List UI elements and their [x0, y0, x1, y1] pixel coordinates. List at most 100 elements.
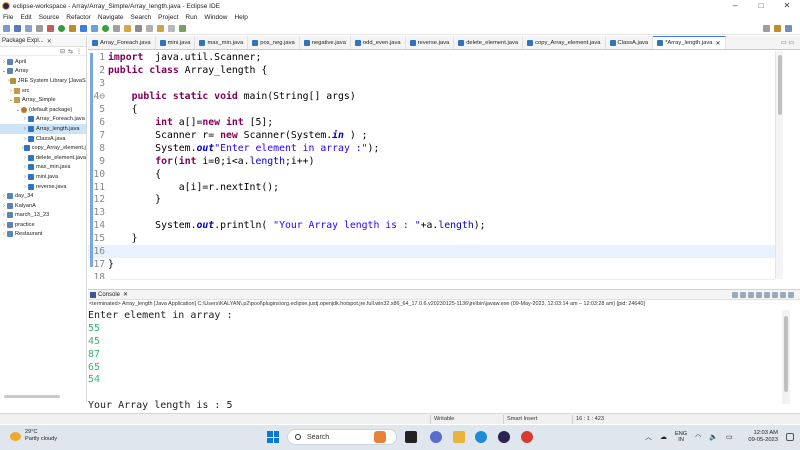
cloud-icon[interactable]: ☁ [660, 433, 667, 441]
editor-tab[interactable]: *Array_length.java ✕ [653, 36, 726, 49]
close-button[interactable]: ✕ [774, 0, 800, 12]
minimize-button[interactable]: – [722, 0, 748, 12]
tree-item[interactable]: › delete_element.java [0, 153, 86, 163]
toggle-mark-icon[interactable] [135, 25, 142, 32]
notification-icon[interactable] [786, 433, 794, 441]
code-line[interactable]: 11 a[i]=r.nextInt(); [88, 181, 780, 194]
editor-tab[interactable]: mini.java [156, 36, 196, 49]
chat-icon[interactable] [430, 431, 442, 443]
code-line[interactable]: 14 System.out.println( "Your Array lengt… [88, 219, 780, 232]
editor-tab[interactable]: Array_Foreach.java [88, 36, 156, 49]
print-icon[interactable] [36, 25, 43, 32]
code-line[interactable]: 1 import java.util.Scanner; [88, 51, 780, 64]
pin-editor-icon[interactable] [179, 25, 186, 32]
code-line[interactable]: 3 [88, 77, 780, 90]
edge-icon[interactable] [475, 431, 487, 443]
external-tools-icon[interactable] [69, 25, 76, 32]
editor-tab[interactable]: pos_neg.java [248, 36, 300, 49]
weather-widget[interactable]: 29°C Partly cloudy [10, 429, 57, 443]
collapse-all-icon[interactable]: ⊟ [60, 48, 65, 55]
chrome-icon[interactable] [521, 431, 533, 443]
maximize-button[interactable]: □ [748, 0, 774, 12]
tree-item[interactable]: ⌄ Array [0, 67, 86, 77]
tree-item[interactable]: ⌄ (default package) [0, 105, 86, 115]
wifi-icon[interactable]: ◠ [695, 433, 701, 441]
code-line[interactable]: 15 } [88, 232, 780, 245]
save-icon[interactable] [14, 25, 21, 32]
tree-item[interactable]: › April [0, 57, 86, 67]
console-vertical-scrollbar[interactable] [782, 310, 790, 404]
menu-project[interactable]: Project [158, 14, 178, 21]
tree-item[interactable]: › max_min.java [0, 163, 86, 173]
editor-horizontal-scrollbar[interactable] [110, 279, 775, 286]
code-line[interactable]: 10 { [88, 168, 780, 181]
tree-item[interactable]: ⌄ Array_Simple [0, 95, 86, 105]
new-java-project-icon[interactable] [80, 25, 87, 32]
menu-window[interactable]: Window [204, 14, 227, 21]
code-line[interactable]: 12 } [88, 193, 780, 206]
code-line[interactable]: 13 [88, 206, 780, 219]
run-icon[interactable] [58, 25, 65, 32]
task-view-icon[interactable] [405, 431, 417, 443]
tree-item[interactable]: › reverse.java [0, 182, 86, 192]
tree-item[interactable]: ›copy_Array_element.java [0, 143, 86, 153]
editor-tab[interactable]: negative.java [300, 36, 351, 49]
forward-icon[interactable] [168, 25, 175, 32]
explorer-horizontal-scrollbar[interactable] [4, 395, 60, 398]
terminate-icon[interactable] [732, 291, 738, 298]
open-type-icon[interactable] [113, 25, 120, 32]
volume-icon[interactable]: 🔈 [709, 433, 718, 441]
editor-tab[interactable]: delete_element.java [454, 36, 524, 49]
editor-tab[interactable]: max_min.java [195, 36, 249, 49]
remove-launch-icon[interactable] [740, 291, 746, 298]
tree-item[interactable]: › mini.java [0, 172, 86, 182]
battery-icon[interactable]: ▭ [726, 433, 733, 441]
code-line[interactable]: 7 Scanner r= new Scanner(System.in ) ; [88, 129, 780, 142]
maximize-editor-icon[interactable]: ▭ ▭ [781, 39, 794, 46]
editor-vertical-scrollbar[interactable] [775, 51, 783, 279]
next-annotation-icon[interactable] [146, 25, 153, 32]
editor-tab[interactable]: copy_Array_element.java [523, 36, 606, 49]
code-line[interactable]: 18 [88, 271, 780, 279]
file-explorer-icon[interactable] [453, 431, 465, 443]
new-class-icon[interactable] [102, 25, 109, 32]
package-explorer-title[interactable]: Package Expl... [2, 38, 44, 44]
console-output[interactable]: Enter element in array :55 45 87 65 54 Your A… [88, 310, 780, 411]
code-editor[interactable]: 1 import java.util.Scanner; 2 public class … [88, 51, 780, 279]
menu-search[interactable]: Search [131, 14, 152, 21]
eclipse-taskbar-icon[interactable] [498, 431, 510, 443]
tree-item[interactable]: › practice [0, 220, 86, 230]
save-all-icon[interactable] [25, 25, 32, 32]
code-line[interactable]: 16 [88, 245, 780, 259]
menu-source[interactable]: Source [39, 14, 60, 21]
code-line[interactable]: 2 public class Array_length { [88, 64, 780, 77]
tree-item[interactable]: › Array_length.java [0, 124, 86, 134]
editor-tab[interactable]: odd_even.java [351, 36, 406, 49]
menu-run[interactable]: Run [185, 14, 197, 21]
search-icon[interactable] [763, 25, 770, 32]
copilot-icon[interactable] [374, 431, 386, 443]
search-tool-icon[interactable] [124, 25, 131, 32]
display-console-icon[interactable] [780, 291, 786, 298]
code-line[interactable]: 6 int a[]=new int [5]; [88, 116, 780, 129]
tree-item[interactable]: › march_13_23 [0, 211, 86, 221]
perspective-debug-icon[interactable] [785, 25, 792, 32]
view-menu-icon[interactable]: ⋮ [76, 48, 82, 55]
code-line[interactable]: 4⊖ public static void main(String[] args… [88, 90, 780, 103]
clear-console-icon[interactable] [748, 291, 754, 298]
open-console-icon[interactable] [788, 291, 794, 298]
new-icon[interactable] [3, 25, 10, 32]
back-icon[interactable] [157, 25, 164, 32]
perspective-java-icon[interactable] [774, 25, 781, 32]
tree-item[interactable]: › src [0, 86, 86, 96]
menu-edit[interactable]: Edit [20, 14, 31, 21]
editor-tab[interactable]: ClassA.java [606, 36, 654, 49]
menu-navigate[interactable]: Navigate [98, 14, 124, 21]
close-icon[interactable]: ✕ [123, 291, 128, 298]
new-package-icon[interactable] [91, 25, 98, 32]
code-line[interactable]: 8 System.out"Enter element in array :"); [88, 142, 780, 155]
chevron-up-icon[interactable]: ︿ [645, 432, 652, 442]
close-icon[interactable]: ✕ [716, 40, 721, 47]
word-wrap-icon[interactable] [764, 291, 770, 298]
code-line[interactable]: 9 for(int i=0;i<a.length;i++) [88, 155, 780, 168]
